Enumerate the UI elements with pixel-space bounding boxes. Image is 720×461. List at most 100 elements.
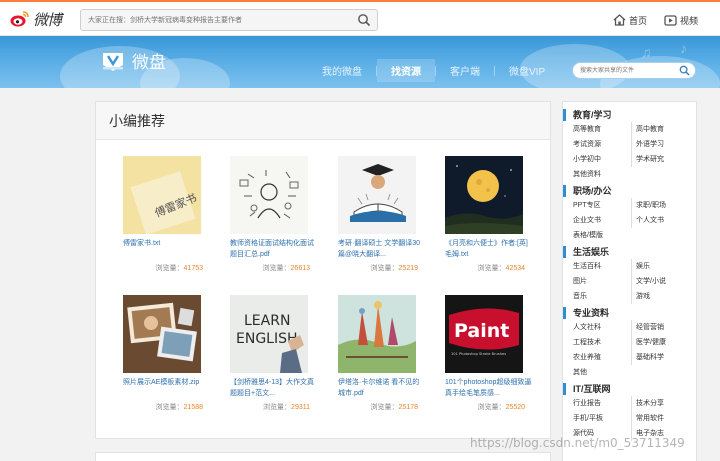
search-icon[interactable] <box>679 65 690 76</box>
resource-title[interactable]: 101个photoshop超级细致逼真手绘毛笔质感... <box>445 377 533 399</box>
category-link[interactable]: 求职/职场 <box>631 198 689 213</box>
shared-file-search-input[interactable] <box>573 63 677 78</box>
resource-card: 《月亮和六便士》作者:[英]毛姆.txt 浏览量：42534 <box>445 156 537 273</box>
fantasy-city-thumbnail[interactable] <box>338 295 416 373</box>
category-link[interactable]: 文学/小说 <box>631 274 689 289</box>
resource-title[interactable]: 教师资格证面试结构化面试题目汇总.pdf <box>230 238 318 260</box>
category-links: 高等教育 高中教育 考试资源 外语学习 小学初中 学术研究 其他资料 <box>563 122 696 182</box>
view-count: 浏览量：25178 <box>338 402 418 412</box>
category-link[interactable]: 考试资源 <box>573 137 631 152</box>
resource-title[interactable]: 【剑桥雅思4-13】大作文真题题目+范文... <box>230 377 318 399</box>
category-link[interactable]: 人文社科 <box>573 320 631 335</box>
category-link[interactable]: PPT专区 <box>573 198 631 213</box>
vdisk-logo[interactable]: 微盘 <box>100 48 166 73</box>
category-link[interactable]: 其他资料 <box>573 167 631 182</box>
category-link[interactable]: 生活百科 <box>573 259 631 274</box>
category-link[interactable]: 个人文书 <box>631 213 689 228</box>
category-group: IT/互联网 行业报告 技术分享 手机/平板 常用软件 源代码 电子杂志 <box>563 383 696 441</box>
view-count-value: 41753 <box>183 265 203 272</box>
view-count-label: 浏览量： <box>263 404 292 411</box>
category-link[interactable]: 基础科学 <box>631 350 689 365</box>
resource-title[interactable]: 傅雷家书.txt <box>123 238 211 260</box>
category-title[interactable]: 教育/学习 <box>563 109 696 121</box>
category-group: 教育/学习 高等教育 高中教育 考试资源 外语学习 小学初中 学术研究 其他资料 <box>563 109 696 182</box>
tab-client[interactable]: 客户端 <box>436 59 494 82</box>
category-link[interactable]: 小学初中 <box>573 152 631 167</box>
resource-card: LEARN ENGLISH 【剑桥雅思4-13】大作文真题题目+范文... 浏览… <box>230 295 322 412</box>
category-group: 生活娱乐 生活百科 娱乐 图片 文学/小说 音乐 游戏 <box>563 246 696 304</box>
category-link[interactable]: 经管营销 <box>631 320 689 335</box>
view-count-label: 浏览量： <box>477 265 506 272</box>
category-title[interactable]: IT/互联网 <box>563 383 696 395</box>
category-link[interactable]: 外语学习 <box>631 137 689 152</box>
view-count: 浏览量：42534 <box>445 263 525 273</box>
category-link[interactable]: 高等教育 <box>573 122 631 137</box>
resource-title[interactable]: 照片展示AE模板素材.zip <box>123 377 211 399</box>
vdisk-title: 微盘 <box>132 53 166 73</box>
category-link[interactable]: 手机/平板 <box>573 411 631 426</box>
moon-night-thumbnail[interactable] <box>445 156 523 234</box>
category-link[interactable]: 表格/模版 <box>573 228 631 243</box>
view-count: 浏览量：25219 <box>338 263 418 273</box>
category-link[interactable]: 其他 <box>573 365 631 380</box>
category-link[interactable]: 技术分享 <box>631 396 689 411</box>
top-bar: 微博 首页 视频 <box>0 0 720 36</box>
graduate-reading-thumbnail[interactable] <box>338 156 416 234</box>
resource-title[interactable]: 考研·翻译硕士 文学翻译30篇@晓大翻译... <box>338 238 426 260</box>
music-note-icon: ♪ <box>680 40 687 56</box>
category-link[interactable]: 游戏 <box>631 289 689 304</box>
category-title[interactable]: 专业资料 <box>563 307 696 319</box>
tab-my-disk[interactable]: 我的微盘 <box>308 59 376 82</box>
top-search-box <box>80 9 378 31</box>
shared-file-search <box>572 62 696 79</box>
source-watermark: https://blog.csdn.net/m0_53711349 <box>470 436 685 450</box>
view-count-value: 21588 <box>183 404 203 411</box>
category-group: 专业资料 人文社科 经管营销 工程技术 医学/健康 农业养殖 基础科学 其他 <box>563 307 696 380</box>
sketch-doodle-thumbnail[interactable] <box>230 156 308 234</box>
recommendations-panel: 小编推荐 傅雷家书 傅雷家书.txt 浏览量：41753 教师资格证面试结构化面… <box>95 101 551 439</box>
category-link[interactable]: 娱乐 <box>631 259 689 274</box>
book-cover-thumbnail[interactable]: 傅雷家书 <box>123 156 201 234</box>
view-count: 浏览量：29311 <box>230 402 310 412</box>
resource-title[interactable]: 《月亮和六便士》作者:[英]毛姆.txt <box>445 238 533 260</box>
video-icon <box>664 14 677 26</box>
resource-card: 傅雷家书 傅雷家书.txt 浏览量：41753 <box>123 156 215 273</box>
category-title[interactable]: 生活娱乐 <box>563 246 696 258</box>
view-count-value: 25520 <box>505 404 525 411</box>
photo-frames-thumbnail[interactable] <box>123 295 201 373</box>
weibo-logo[interactable]: 微博 <box>10 9 62 29</box>
search-icon[interactable] <box>357 13 371 27</box>
category-links: 生活百科 娱乐 图片 文学/小说 音乐 游戏 <box>563 259 696 304</box>
category-link[interactable]: 农业养殖 <box>573 350 631 365</box>
tab-vip[interactable]: 微盘VIP <box>495 59 559 82</box>
category-links: PPT专区 求职/职场 企业文书 个人文书 表格/模版 <box>563 198 696 243</box>
category-link[interactable]: 常用软件 <box>631 411 689 426</box>
view-count: 浏览量：26613 <box>230 263 310 273</box>
view-count-value: 25219 <box>398 265 418 272</box>
category-title[interactable]: 职场/办公 <box>563 185 696 197</box>
weibo-eye-icon <box>10 11 29 27</box>
view-count-value: 26613 <box>290 265 310 272</box>
home-link[interactable]: 首页 <box>613 12 647 28</box>
view-count-value: 42534 <box>505 265 525 272</box>
vdisk-nav: 我的微盘 找资源 客户端 微盘VIP <box>308 59 559 82</box>
category-group: 职场/办公 PPT专区 求职/职场 企业文书 个人文书 表格/模版 <box>563 185 696 243</box>
tab-find-resources[interactable]: 找资源 <box>377 59 435 82</box>
video-link[interactable]: 视频 <box>664 12 698 28</box>
category-link[interactable]: 音乐 <box>573 289 631 304</box>
view-count-label: 浏览量： <box>370 404 399 411</box>
category-links: 人文社科 经管营销 工程技术 医学/健康 农业养殖 基础科学 其他 <box>563 320 696 380</box>
category-link[interactable]: 企业文书 <box>573 213 631 228</box>
category-link[interactable]: 医学/健康 <box>631 335 689 350</box>
category-link[interactable]: 学术研究 <box>631 152 689 167</box>
category-link[interactable]: 工程技术 <box>573 335 631 350</box>
view-count-label: 浏览量： <box>370 265 399 272</box>
resource-title[interactable]: 伊塔洛·卡尔维诺 看不见的城市.pdf <box>338 377 426 399</box>
english-text: ENGLISH <box>236 331 298 347</box>
top-search-input[interactable] <box>81 10 351 30</box>
category-link[interactable]: 图片 <box>573 274 631 289</box>
category-link[interactable]: 行业报告 <box>573 396 631 411</box>
paint-poster-thumbnail[interactable]: Paint 101 Photoshop Stroke Brushes <box>445 295 523 373</box>
learn-english-thumbnail[interactable]: LEARN ENGLISH <box>230 295 308 373</box>
category-link[interactable]: 高中教育 <box>631 122 689 137</box>
